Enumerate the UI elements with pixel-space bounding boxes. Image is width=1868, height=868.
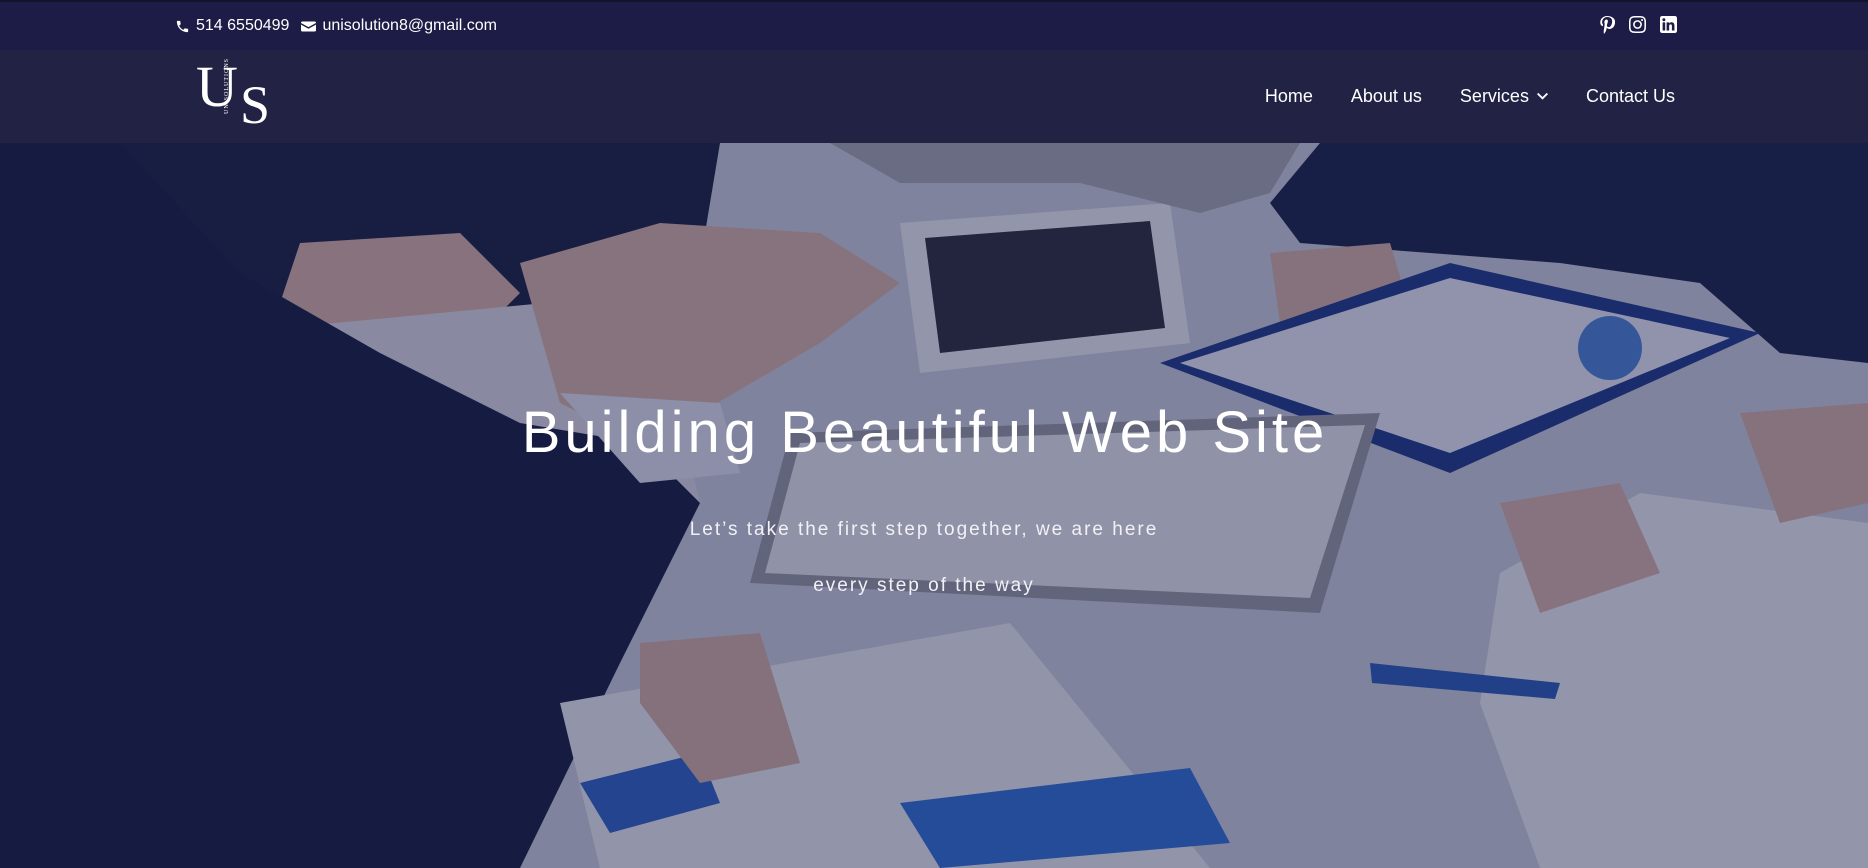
- hero-title: Building Beautiful Web Site: [521, 400, 1329, 465]
- envelope-icon: [301, 21, 317, 31]
- hero-subtitle-line-1: Let’s take the first step together, we a…: [689, 519, 1159, 540]
- nav-about-us[interactable]: About us: [1351, 86, 1422, 107]
- linkedin-icon[interactable]: [1660, 16, 1677, 34]
- nav-services[interactable]: Services: [1460, 86, 1548, 107]
- hero-section: Building Beautiful Web Site Let’s take t…: [0, 143, 1868, 868]
- instagram-icon[interactable]: [1629, 16, 1646, 34]
- chevron-down-icon: [1536, 92, 1548, 100]
- hero-subtitle-line-2: every step of the way: [813, 575, 1035, 596]
- email-link[interactable]: unisolution8@gmail.com: [301, 17, 497, 35]
- logo-letter-s: S: [240, 75, 271, 135]
- social-links: [1599, 16, 1677, 34]
- nav-home[interactable]: Home: [1265, 86, 1313, 107]
- contact-info: 514 6550499 unisolution8@gmail.com: [175, 17, 509, 35]
- top-bar: 514 6550499 unisolution8@gmail.com: [0, 0, 1868, 50]
- hero-dark-overlay: [0, 143, 1868, 868]
- logo-tagline: UNISOLUTIONS: [224, 58, 230, 114]
- email-address: unisolution8@gmail.com: [322, 17, 497, 34]
- phone-number: 514 6550499: [196, 17, 290, 34]
- primary-menu: Home About us Services Contact Us: [1265, 86, 1675, 107]
- nav-services-label: Services: [1459, 86, 1529, 106]
- nav-contact-us[interactable]: Contact Us: [1586, 86, 1675, 107]
- main-navbar: U UNISOLUTIONS S Home About us Services …: [0, 50, 1868, 143]
- phone-icon: [176, 20, 189, 32]
- phone-link[interactable]: 514 6550499: [175, 17, 289, 35]
- pinterest-icon[interactable]: [1599, 16, 1615, 34]
- logo-letter-u: U: [196, 54, 238, 119]
- site-logo[interactable]: U UNISOLUTIONS S: [196, 58, 280, 135]
